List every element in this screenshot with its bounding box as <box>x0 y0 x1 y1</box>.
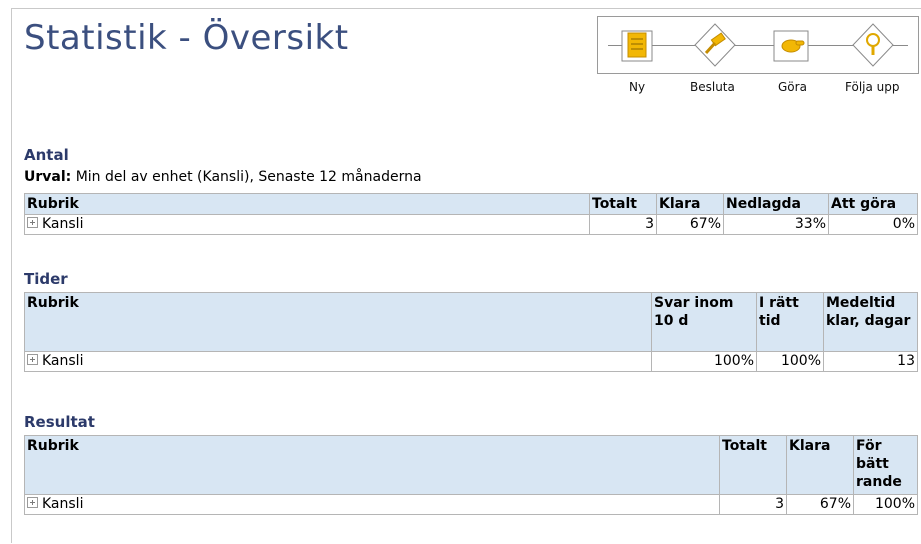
expand-icon[interactable] <box>27 497 38 508</box>
hand-icon <box>773 30 809 62</box>
row-label: Kansli <box>42 216 84 232</box>
cell-klara: 67% <box>656 214 724 235</box>
col-header-rubrik: Rubrik <box>24 292 652 352</box>
resultat-table: Rubrik Totalt Klara För bätt rande Kansl… <box>24 435 918 515</box>
process-label-decide: Besluta <box>690 80 735 94</box>
expand-icon[interactable] <box>27 217 38 228</box>
process-label-do: Göra <box>778 80 807 94</box>
selection-value: Min del av enhet (Kansli), Senaste 12 må… <box>75 169 422 185</box>
col-header-i-ratt-tid: I rätt tid <box>756 292 824 352</box>
process-step-do[interactable] <box>768 19 818 71</box>
antal-table: Rubrik Totalt Klara Nedlagda Att göra Ka… <box>24 193 918 235</box>
table-row: Kansli 3 67% 100% <box>24 494 918 515</box>
col-header-klara: Klara <box>786 435 854 495</box>
cell-att-gora: 0% <box>828 214 918 235</box>
section-title-tider: Tider <box>24 270 68 288</box>
table-header-row: Rubrik Totalt Klara För bätt rande <box>24 435 918 495</box>
selection-line: Urval: Min del av enhet (Kansli), Senast… <box>24 169 422 185</box>
table-row: Kansli 100% 100% 13 <box>24 351 918 372</box>
process-box <box>597 16 919 74</box>
col-header-forbattrande: För bätt rande <box>853 435 918 495</box>
col-header-att-gora: Att göra <box>828 193 918 215</box>
expand-icon[interactable] <box>27 354 38 365</box>
page-title: Statistik - Översikt <box>24 18 349 58</box>
table-row: Kansli 3 67% 33% 0% <box>24 214 918 235</box>
row-label-cell[interactable]: Kansli <box>24 494 720 515</box>
cell-forbattrande: 100% <box>853 494 918 515</box>
col-header-totalt: Totalt <box>719 435 787 495</box>
cell-klara: 67% <box>786 494 854 515</box>
row-label-cell[interactable]: Kansli <box>24 351 652 372</box>
process-label-follow-up: Följa upp <box>845 80 900 94</box>
tider-table: Rubrik Svar inom 10 d I rätt tid Medelti… <box>24 292 918 372</box>
selection-label: Urval: <box>24 169 72 185</box>
cell-medeltid: 13 <box>823 351 918 372</box>
magnifier-icon <box>852 23 894 67</box>
cell-nedlagda: 33% <box>723 214 829 235</box>
col-header-nedlagda: Nedlagda <box>723 193 829 215</box>
process-step-new[interactable] <box>614 19 664 71</box>
row-label: Kansli <box>42 496 84 512</box>
process-label-new: Ny <box>629 80 646 94</box>
col-header-rubrik: Rubrik <box>24 435 720 495</box>
process-step-decide[interactable] <box>690 19 740 71</box>
cell-totalt: 3 <box>719 494 787 515</box>
col-header-medeltid: Medeltid klar, dagar <box>823 292 918 352</box>
table-header-row: Rubrik Totalt Klara Nedlagda Att göra <box>24 193 918 215</box>
document-icon <box>621 30 653 62</box>
process-toolbar <box>597 16 919 76</box>
col-header-rubrik: Rubrik <box>24 193 590 215</box>
cell-i-ratt-tid: 100% <box>756 351 824 372</box>
process-step-follow-up[interactable] <box>848 19 898 71</box>
col-header-klara: Klara <box>656 193 724 215</box>
section-title-antal: Antal <box>24 146 69 164</box>
cell-svar-inom: 100% <box>651 351 757 372</box>
col-header-totalt: Totalt <box>589 193 657 215</box>
cell-totalt: 3 <box>589 214 657 235</box>
section-title-resultat: Resultat <box>24 413 95 431</box>
row-label-cell[interactable]: Kansli <box>24 214 590 235</box>
gavel-icon <box>694 23 736 67</box>
row-label: Kansli <box>42 353 84 369</box>
col-header-svar-inom: Svar inom 10 d <box>651 292 757 352</box>
table-header-row: Rubrik Svar inom 10 d I rätt tid Medelti… <box>24 292 918 352</box>
